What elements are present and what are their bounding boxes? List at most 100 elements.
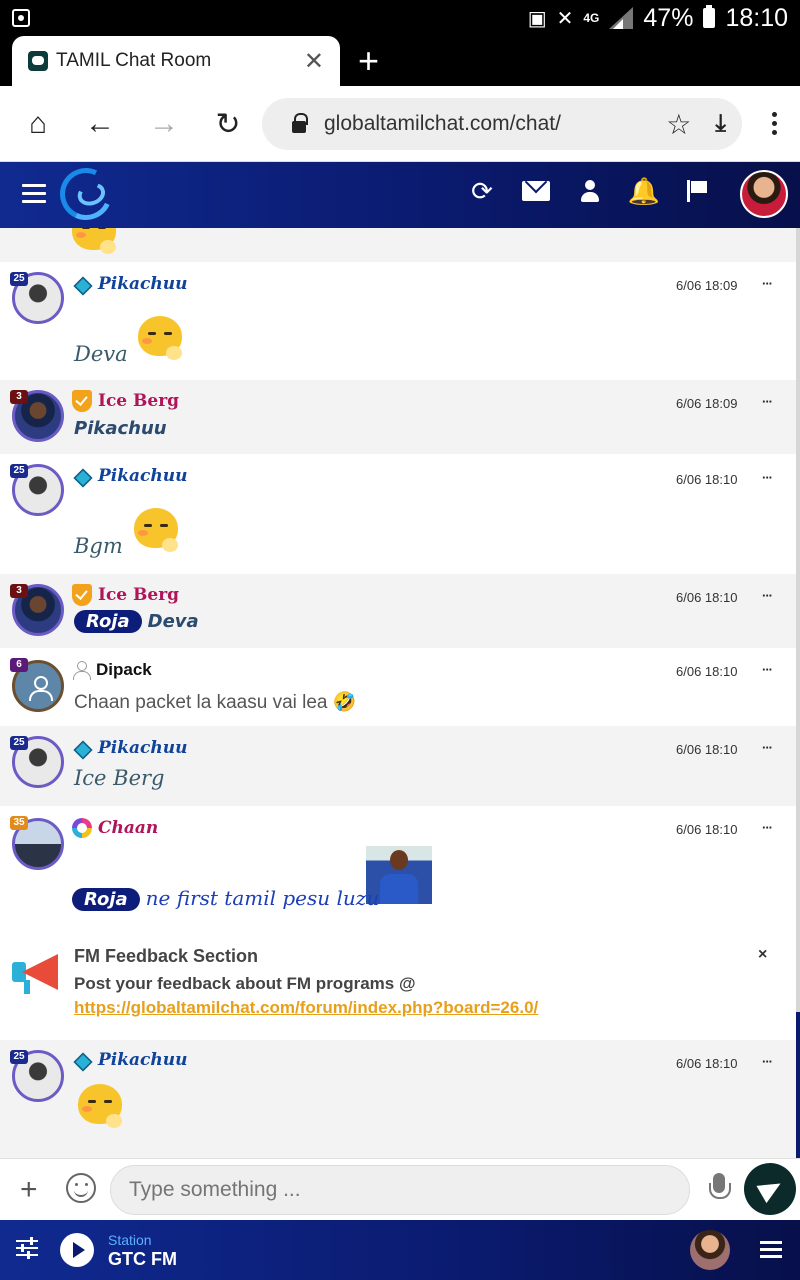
- user-icon[interactable]: [576, 176, 604, 206]
- attach-plus-icon[interactable]: +: [20, 1173, 38, 1207]
- battery-icon: [703, 5, 716, 28]
- level-badge: 3: [10, 390, 28, 404]
- fm-feedback-text: Post your feedback about FM programs @: [74, 974, 416, 993]
- chat-message-partial: [0, 228, 796, 262]
- mention-tag[interactable]: Roja: [72, 888, 140, 911]
- mention-tag[interactable]: Roja: [74, 610, 142, 633]
- ring-rank-icon: [72, 818, 92, 838]
- url-text[interactable]: globaltamilchat.com/chat/: [324, 112, 666, 136]
- more-options-icon[interactable]: ···: [762, 394, 773, 409]
- profile-avatar[interactable]: [740, 170, 788, 218]
- username[interactable]: Pikachuu: [98, 274, 187, 294]
- guest-rank-icon: [72, 661, 91, 680]
- flag-icon[interactable]: [684, 176, 712, 206]
- back-icon[interactable]: ←: [82, 106, 118, 142]
- address-bar: ⌂ ← → ↻ globaltamilchat.com/chat/ ☆ ⤓: [0, 86, 800, 162]
- level-badge: 25: [10, 736, 28, 750]
- network-type: 4G: [583, 10, 600, 25]
- message-text: Roja ne first tamil pesu luzu: [72, 886, 379, 911]
- chat-message: 25 Pikachuu 6/06 18:10 ··· Ice Berg: [0, 726, 796, 806]
- chat-message: 25 Pikachuu 6/06 18:09 ··· Deva: [0, 262, 796, 380]
- username[interactable]: Chaan: [98, 818, 158, 838]
- fm-feedback-notice: FM Feedback Section Post your feedback a…: [0, 928, 796, 1038]
- username[interactable]: Ice Berg: [98, 585, 179, 605]
- username[interactable]: Pikachuu: [98, 466, 187, 486]
- message-input[interactable]: [110, 1165, 690, 1215]
- message-text: Ice Berg: [74, 766, 165, 790]
- pikachu-sticker-icon: [138, 316, 184, 362]
- url-field[interactable]: globaltamilchat.com/chat/ ☆ ⤓: [262, 98, 742, 150]
- chat-message: 6 Dipack 6/06 18:10 ··· Chaan packet la …: [0, 648, 796, 726]
- play-button[interactable]: [60, 1233, 94, 1267]
- bookmark-star-icon[interactable]: ☆: [666, 108, 691, 141]
- more-options-icon[interactable]: ···: [762, 470, 773, 485]
- close-notice-icon[interactable]: ×: [758, 946, 767, 964]
- timestamp: 6/06 18:10: [676, 742, 738, 757]
- battery-percent: 47%: [643, 3, 694, 32]
- chat-message: 25 Pikachuu 6/06 18:10 ··· Bgm: [0, 454, 796, 574]
- more-options-icon[interactable]: ···: [762, 662, 773, 677]
- level-badge: 25: [10, 1050, 28, 1064]
- diamond-rank-icon: [72, 1051, 92, 1069]
- chat-scroll-thumb[interactable]: [796, 1012, 800, 1158]
- fm-feedback-body: Post your feedback about FM programs @ h…: [74, 972, 774, 1020]
- reload-icon[interactable]: ↻: [210, 106, 246, 142]
- station-label: Station: [108, 1232, 152, 1248]
- message-text: Deva: [74, 342, 128, 366]
- microphone-icon[interactable]: [708, 1173, 731, 1207]
- menu-icon[interactable]: [22, 184, 46, 204]
- browser-tab[interactable]: TAMIL Chat Room ✕: [12, 36, 340, 86]
- laughing-emoji-icon: 🤣: [332, 692, 357, 713]
- timestamp: 6/06 18:10: [676, 472, 738, 487]
- more-options-icon[interactable]: ···: [762, 588, 773, 603]
- more-options-icon[interactable]: ···: [762, 276, 773, 291]
- level-badge: 6: [10, 658, 28, 672]
- forum-link[interactable]: https://globaltamilchat.com/forum/index.…: [74, 998, 538, 1017]
- station-name: GTC FM: [108, 1249, 177, 1269]
- diamond-rank-icon: [72, 467, 92, 485]
- radio-player: Station GTC FM: [0, 1220, 800, 1280]
- screenshot-icon: [12, 9, 30, 27]
- send-button[interactable]: [744, 1163, 796, 1215]
- emoji-icon[interactable]: [66, 1173, 96, 1203]
- mail-icon[interactable]: [522, 176, 550, 206]
- site-logo[interactable]: [52, 160, 120, 228]
- chat-log[interactable]: 25 Pikachuu 6/06 18:09 ··· Deva 3 Ice Be…: [0, 228, 796, 1158]
- level-badge: 3: [10, 584, 28, 598]
- username[interactable]: Dipack: [96, 660, 152, 680]
- timestamp: 6/06 18:09: [676, 396, 738, 411]
- level-badge: 25: [10, 464, 28, 478]
- dj-avatar[interactable]: [690, 1230, 730, 1270]
- more-options-icon[interactable]: ···: [762, 740, 773, 755]
- chat-message: 3 Ice Berg 6/06 18:09 ··· Pikachuu: [0, 380, 796, 454]
- refresh-icon[interactable]: ⟳: [468, 176, 496, 206]
- message-composer: +: [0, 1158, 800, 1220]
- fm-feedback-title: FM Feedback Section: [74, 946, 259, 966]
- message-text: Roja Deva: [74, 610, 199, 633]
- timestamp: 6/06 18:10: [676, 590, 738, 605]
- username[interactable]: Pikachuu: [98, 1050, 187, 1070]
- message-text: Pikachuu: [74, 418, 167, 439]
- chat-message: 35 Chaan 6/06 18:10 ··· Roja ne first tam…: [0, 806, 796, 926]
- equalizer-icon[interactable]: [16, 1237, 38, 1260]
- status-bar: ▣ ✕ 4G 47% 18:10: [0, 0, 800, 36]
- timestamp: 6/06 18:09: [676, 278, 738, 293]
- download-icon[interactable]: ⤓: [715, 110, 726, 138]
- message-body: Chaan packet la kaasu vai lea: [74, 692, 328, 713]
- browser-menu-icon[interactable]: [772, 112, 778, 138]
- forward-icon[interactable]: →: [146, 106, 182, 142]
- new-tab-button[interactable]: +: [358, 40, 379, 82]
- bell-icon[interactable]: 🔔: [628, 176, 660, 206]
- close-tab-icon[interactable]: ✕: [304, 47, 324, 76]
- more-options-icon[interactable]: ···: [762, 820, 773, 835]
- mute-icon: ✕: [556, 7, 574, 30]
- diamond-rank-icon: [72, 275, 92, 293]
- username[interactable]: Pikachuu: [98, 738, 187, 758]
- pikachu-sticker-icon: [78, 1084, 124, 1130]
- megaphone-icon: [12, 950, 68, 996]
- more-options-icon[interactable]: ···: [762, 1054, 773, 1069]
- message-text: Chaan packet la kaasu vai lea 🤣: [74, 690, 356, 714]
- username[interactable]: Ice Berg: [98, 391, 179, 411]
- player-menu-icon[interactable]: [760, 1241, 782, 1259]
- home-icon[interactable]: ⌂: [20, 106, 56, 142]
